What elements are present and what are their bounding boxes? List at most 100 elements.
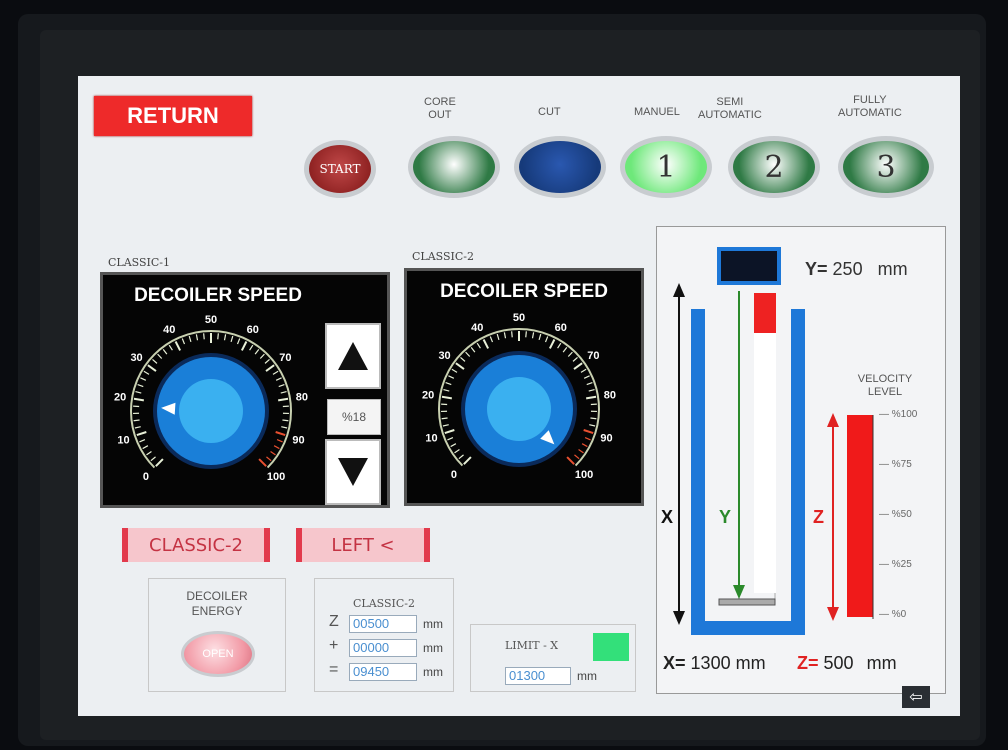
row-symbol: = [329, 661, 339, 678]
dial-tick-label: 30 [130, 352, 142, 364]
dial-tick [476, 342, 481, 349]
dial-tick-label: 40 [163, 324, 175, 336]
classic-value-field[interactable]: 00000 [349, 639, 417, 657]
dial-tick [562, 347, 568, 353]
dial-tick [588, 389, 595, 392]
row-unit: mm [423, 665, 443, 679]
dial-tick [281, 426, 288, 429]
velocity-tick-label: %0 [891, 609, 907, 620]
dial-tick-label: 90 [600, 432, 612, 444]
classic-2-label: CLASSIC-2 [412, 250, 475, 263]
limit-x-box: LIMIT - X 01300 mm [470, 624, 636, 692]
velocity-tick-label: %75 [891, 459, 912, 470]
dial-tick [136, 431, 147, 437]
dial-tick [572, 356, 578, 362]
start-button[interactable]: START [304, 140, 376, 198]
dial-tick [511, 331, 513, 338]
dial-tick [143, 370, 150, 375]
mode-lamp-3[interactable]: 1 [620, 136, 712, 198]
y-readout-label: Y= [805, 259, 828, 279]
z-readout-unit: mm [866, 653, 897, 673]
dial-tick [442, 424, 449, 427]
x-readout-label: X= [663, 653, 686, 673]
dial-tick [448, 375, 455, 379]
dial-tick [531, 332, 535, 339]
dial-tick [470, 347, 476, 353]
dial-tick [465, 351, 471, 357]
y-readout: Y= 250 mm [805, 259, 908, 280]
speed-up-button[interactable] [325, 323, 381, 389]
dial-tick-label: 20 [114, 392, 126, 404]
classic-2-values-box: CLASSIC-2 Z 00500 mm +00000 mm = 09450 mm [314, 578, 454, 692]
mode-lamp-1[interactable] [408, 136, 500, 198]
classic-1-label: CLASSIC-1 [108, 256, 171, 269]
dial-tick [162, 349, 168, 355]
dial-tick [590, 417, 597, 420]
z-axis-label: Z [813, 507, 824, 527]
axis-diagram-panel: Y= 250 mm X Y Z VELOCITY LEVEL — %100 — %… [656, 226, 946, 694]
dial-tick [223, 334, 227, 341]
dial-tick [503, 332, 507, 339]
dial-tick [282, 419, 289, 422]
dial-tick [525, 331, 527, 338]
dial-tick-label: 30 [438, 350, 450, 362]
dial-tick [150, 456, 156, 462]
z-readout-label: Z= [797, 653, 819, 673]
speed-down-button[interactable] [325, 439, 381, 505]
dial-2-title: DECOILER SPEED [440, 281, 608, 302]
y-axis-label: Y [719, 507, 732, 527]
dial-tick [266, 456, 272, 462]
energy-open-button[interactable]: OPEN [181, 631, 255, 677]
velocity-tick-label: %50 [891, 509, 912, 520]
return-button[interactable]: RETURN [94, 96, 252, 136]
dial-tick-label: 50 [513, 312, 525, 324]
limit-x-title: LIMIT - X [505, 639, 559, 652]
left-direction-button[interactable]: LEFT < [296, 528, 430, 562]
dial-tick [567, 351, 573, 357]
dial-tick [489, 336, 494, 343]
speed-dial-1[interactable]: 0 10 20 30 40 50 60 70 80 90 100 [111, 311, 326, 501]
hmi-screen: RETURN START CORE OUT CUT 1 MANUEL 2 SEMI AUTO… [78, 76, 960, 716]
mode-lamp-5[interactable]: 3 [838, 136, 934, 198]
dial-tick-label: 0 [143, 471, 149, 483]
dial-tick [454, 448, 460, 454]
dial-tick-label: 80 [604, 390, 616, 402]
lamp-label-3: MANUEL [634, 106, 680, 118]
dial-tick [265, 364, 275, 372]
dial-tick [460, 356, 466, 362]
dial-tick [275, 377, 282, 381]
limit-x-field[interactable]: 01300 [505, 667, 571, 685]
dial-tick [443, 389, 450, 392]
lamp-label-2: CUT [538, 106, 561, 118]
classic-value-field[interactable]: 09450 [349, 663, 417, 681]
speed-dial-2[interactable]: 0 10 20 30 40 50 60 70 80 90 100 [419, 309, 634, 499]
mode-lamp-2[interactable] [514, 136, 606, 198]
velocity-tick-label: %100 [891, 409, 918, 420]
classic-2-mode-button[interactable]: CLASSIC-2 [122, 528, 270, 562]
dial-tick [240, 341, 248, 351]
dial-tick [152, 358, 158, 364]
decoiler-energy-box: DECOILER ENERGY OPEN [148, 578, 286, 692]
dial-tick [450, 443, 457, 448]
dial-tick-label: 60 [555, 322, 567, 334]
dial-tick-label: 60 [247, 324, 259, 336]
classic-2-box-title: CLASSIC-2 [352, 597, 416, 610]
dial-tick-label: 50 [205, 314, 217, 326]
row-symbol: + [329, 637, 339, 654]
dial-tick [538, 333, 542, 341]
dial-tick [142, 445, 149, 450]
dial-tick [574, 454, 580, 460]
dial-tick [578, 448, 584, 454]
classic-value-field[interactable]: 00500 [349, 615, 417, 633]
back-arrow-icon[interactable]: ⇦ [902, 686, 930, 708]
dial-tick [217, 333, 219, 340]
mode-lamp-4[interactable]: 2 [728, 136, 820, 198]
dial-tick [134, 426, 141, 429]
dial-tick-label: 100 [267, 471, 285, 483]
dial-tick [168, 344, 173, 351]
dial-tick [548, 339, 556, 349]
dial-tick [544, 336, 549, 343]
dial-tick [496, 333, 500, 341]
dial-tick [275, 431, 286, 437]
dial-tick [264, 358, 270, 364]
